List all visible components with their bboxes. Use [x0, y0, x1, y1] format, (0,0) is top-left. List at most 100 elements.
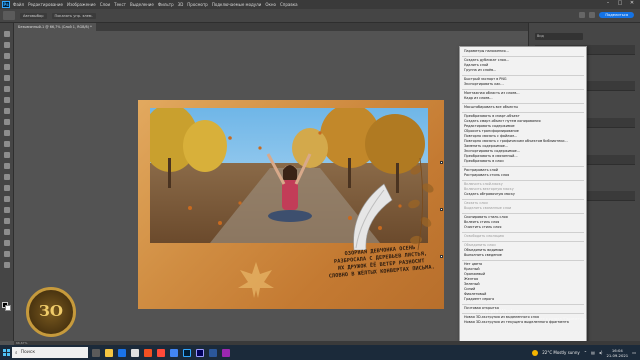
menu-item[interactable]: Создать обтравочную маску — [464, 192, 515, 196]
menu-item[interactable]: Экспортировать содержимое... — [464, 149, 520, 153]
menu-item[interactable]: Включить векторную маску — [464, 187, 514, 191]
clock[interactable]: 16:04 21.09.2021 — [606, 348, 628, 358]
yandex-icon[interactable] — [157, 348, 165, 357]
menu-item[interactable]: Желтая — [464, 277, 478, 281]
taskbar-search[interactable]: ⌕ Поиск — [12, 347, 88, 358]
network-icon[interactable]: ▤ — [591, 350, 595, 355]
share-button[interactable]: Поделиться — [599, 12, 634, 18]
menu-item[interactable]: Вклеить стиль слоя — [464, 220, 499, 224]
transform-handle[interactable] — [440, 255, 443, 258]
menu-item[interactable]: Растрировать стиль слоя — [464, 173, 509, 177]
menu-item[interactable]: Растрировать слой — [464, 168, 498, 172]
menu-item[interactable]: Масштабировать все объекты — [464, 105, 518, 109]
menu-item[interactable]: Нет цвета — [464, 262, 482, 266]
eyedropper-tool-icon[interactable] — [4, 97, 10, 103]
pen-tool-icon[interactable] — [4, 196, 10, 202]
word-icon[interactable] — [209, 348, 217, 357]
quick-select-tool-icon[interactable] — [4, 64, 10, 70]
menu-plugins[interactable]: Подключаемые модули — [212, 2, 262, 7]
background-color-swatch[interactable] — [5, 305, 11, 311]
autoselect-option[interactable]: Автовыбор — [20, 12, 47, 19]
menu-file[interactable]: Файл — [13, 2, 24, 7]
menu-filter[interactable]: Фильтр — [158, 2, 174, 7]
photoshop-taskbar-icon[interactable] — [183, 348, 191, 357]
blur-tool-icon[interactable] — [4, 174, 10, 180]
zoom-tool-icon[interactable] — [4, 251, 10, 257]
shape-tool-icon[interactable] — [4, 229, 10, 235]
eraser-tool-icon[interactable] — [4, 152, 10, 158]
menu-item[interactable]: Преобразовать в слои — [464, 159, 504, 163]
show-transform-option[interactable]: Показать упр. элем. — [51, 12, 96, 19]
notifications-icon[interactable]: ▭ — [632, 350, 636, 355]
crop-tool-icon[interactable] — [4, 75, 10, 81]
premiere-icon[interactable] — [196, 348, 204, 357]
move-tool-icon[interactable] — [4, 31, 10, 37]
chrome-icon[interactable] — [170, 348, 178, 357]
menu-item[interactable]: Создать дубликат слоя... — [464, 58, 509, 62]
menu-item[interactable]: Синий — [464, 287, 475, 291]
edge-icon[interactable] — [118, 348, 126, 357]
menu-window[interactable]: Окно — [265, 2, 276, 7]
menu-item[interactable]: Градиент серого — [464, 297, 494, 301]
frame-tool-icon[interactable] — [4, 86, 10, 92]
menu-item[interactable]: Выполнить сведение — [464, 253, 502, 257]
canvas-area[interactable]: ОЗОРНАЯ ДЕВЧОНКА ОСЕНЬ РАЗБРОСАЛА С ДЕРЕ… — [14, 31, 528, 341]
file-explorer-icon[interactable] — [105, 348, 113, 357]
menu-item[interactable]: Кадр из слоев... — [464, 96, 493, 100]
menu-item[interactable]: Преобразовать в смарт-объект — [464, 114, 520, 118]
menu-type[interactable]: Текст — [114, 2, 126, 7]
menu-item[interactable]: Объединить видимые — [464, 248, 503, 252]
layer-filter-field[interactable]: Вид — [535, 33, 583, 40]
photoshop-logo-icon[interactable]: Ps — [2, 1, 10, 8]
menu-item[interactable]: Скопировать стиль слоя — [464, 215, 508, 219]
menu-item[interactable]: Экспортировать как... — [464, 82, 504, 86]
menu-item[interactable]: Зеленый — [464, 282, 480, 286]
menu-item[interactable]: Освободить изоляцию — [464, 234, 504, 238]
menu-item[interactable]: Выделить связанные слои — [464, 206, 511, 210]
menu-item[interactable]: Группа из слоёв... — [464, 68, 496, 72]
menu-item[interactable]: Повторно связать с файлом... — [464, 134, 517, 138]
start-button[interactable] — [0, 345, 12, 360]
brush-tool-icon[interactable] — [4, 119, 10, 125]
minimize-icon[interactable]: – — [602, 0, 614, 6]
lasso-tool-icon[interactable] — [4, 53, 10, 59]
search-icon[interactable] — [579, 12, 586, 18]
menu-item[interactable]: Объединить слои — [464, 243, 496, 247]
menu-item[interactable]: Сбросить трансформирование — [464, 129, 519, 133]
document-tab[interactable]: Безымянный-1 @ 66,7% (Слой 1, RGB/8) * — [14, 23, 96, 31]
gradient-tool-icon[interactable] — [4, 163, 10, 169]
more-tools-icon[interactable] — [4, 262, 10, 268]
transform-handle[interactable] — [440, 208, 443, 211]
history-brush-tool-icon[interactable] — [4, 141, 10, 147]
menu-item[interactable]: Заменить содержимое... — [464, 144, 508, 148]
volume-icon[interactable]: ◂) — [599, 350, 603, 355]
weather-widget[interactable]: 22°C Mostly sunny — [542, 350, 580, 355]
menu-view[interactable]: Просмотр — [187, 2, 208, 7]
move-tool-icon[interactable] — [3, 11, 15, 20]
menu-item[interactable]: Красный — [464, 267, 480, 271]
store-icon[interactable] — [131, 348, 139, 357]
stamp-tool-icon[interactable] — [4, 130, 10, 136]
task-view-icon[interactable] — [92, 348, 100, 357]
menu-item[interactable]: Включить слой-маску — [464, 182, 503, 186]
path-select-tool-icon[interactable] — [4, 218, 10, 224]
chevron-up-icon[interactable]: ⌃ — [584, 350, 587, 355]
menu-item[interactable]: Повторно связать с графическим объектом … — [464, 139, 568, 143]
marquee-tool-icon[interactable] — [4, 42, 10, 48]
menu-item[interactable]: Удалить слой — [464, 63, 488, 67]
menu-select[interactable]: Выделение — [130, 2, 154, 7]
menu-item[interactable]: Редактировать содержимое — [464, 124, 515, 128]
menu-item[interactable]: Быстрый экспорт в PNG — [464, 77, 507, 81]
hand-tool-icon[interactable] — [4, 240, 10, 246]
media-player-icon[interactable] — [222, 348, 230, 357]
type-tool-icon[interactable] — [4, 207, 10, 213]
menu-help[interactable]: Справка — [280, 2, 298, 7]
menu-edit[interactable]: Редактирование — [28, 2, 63, 7]
menu-item[interactable]: Очистить стиль слоя — [464, 225, 501, 229]
menu-item[interactable]: Монтажная область из слоев... — [464, 91, 520, 95]
menu-item[interactable]: Создать смарт-объект путем копирования — [464, 119, 541, 123]
menu-item[interactable]: Фиолетовый — [464, 292, 486, 296]
menu-item[interactable]: Оранжевый — [464, 272, 485, 276]
artwork-canvas[interactable]: ОЗОРНАЯ ДЕВЧОНКА ОСЕНЬ РАЗБРОСАЛА С ДЕРЕ… — [138, 100, 444, 309]
close-icon[interactable]: ✕ — [626, 0, 638, 6]
